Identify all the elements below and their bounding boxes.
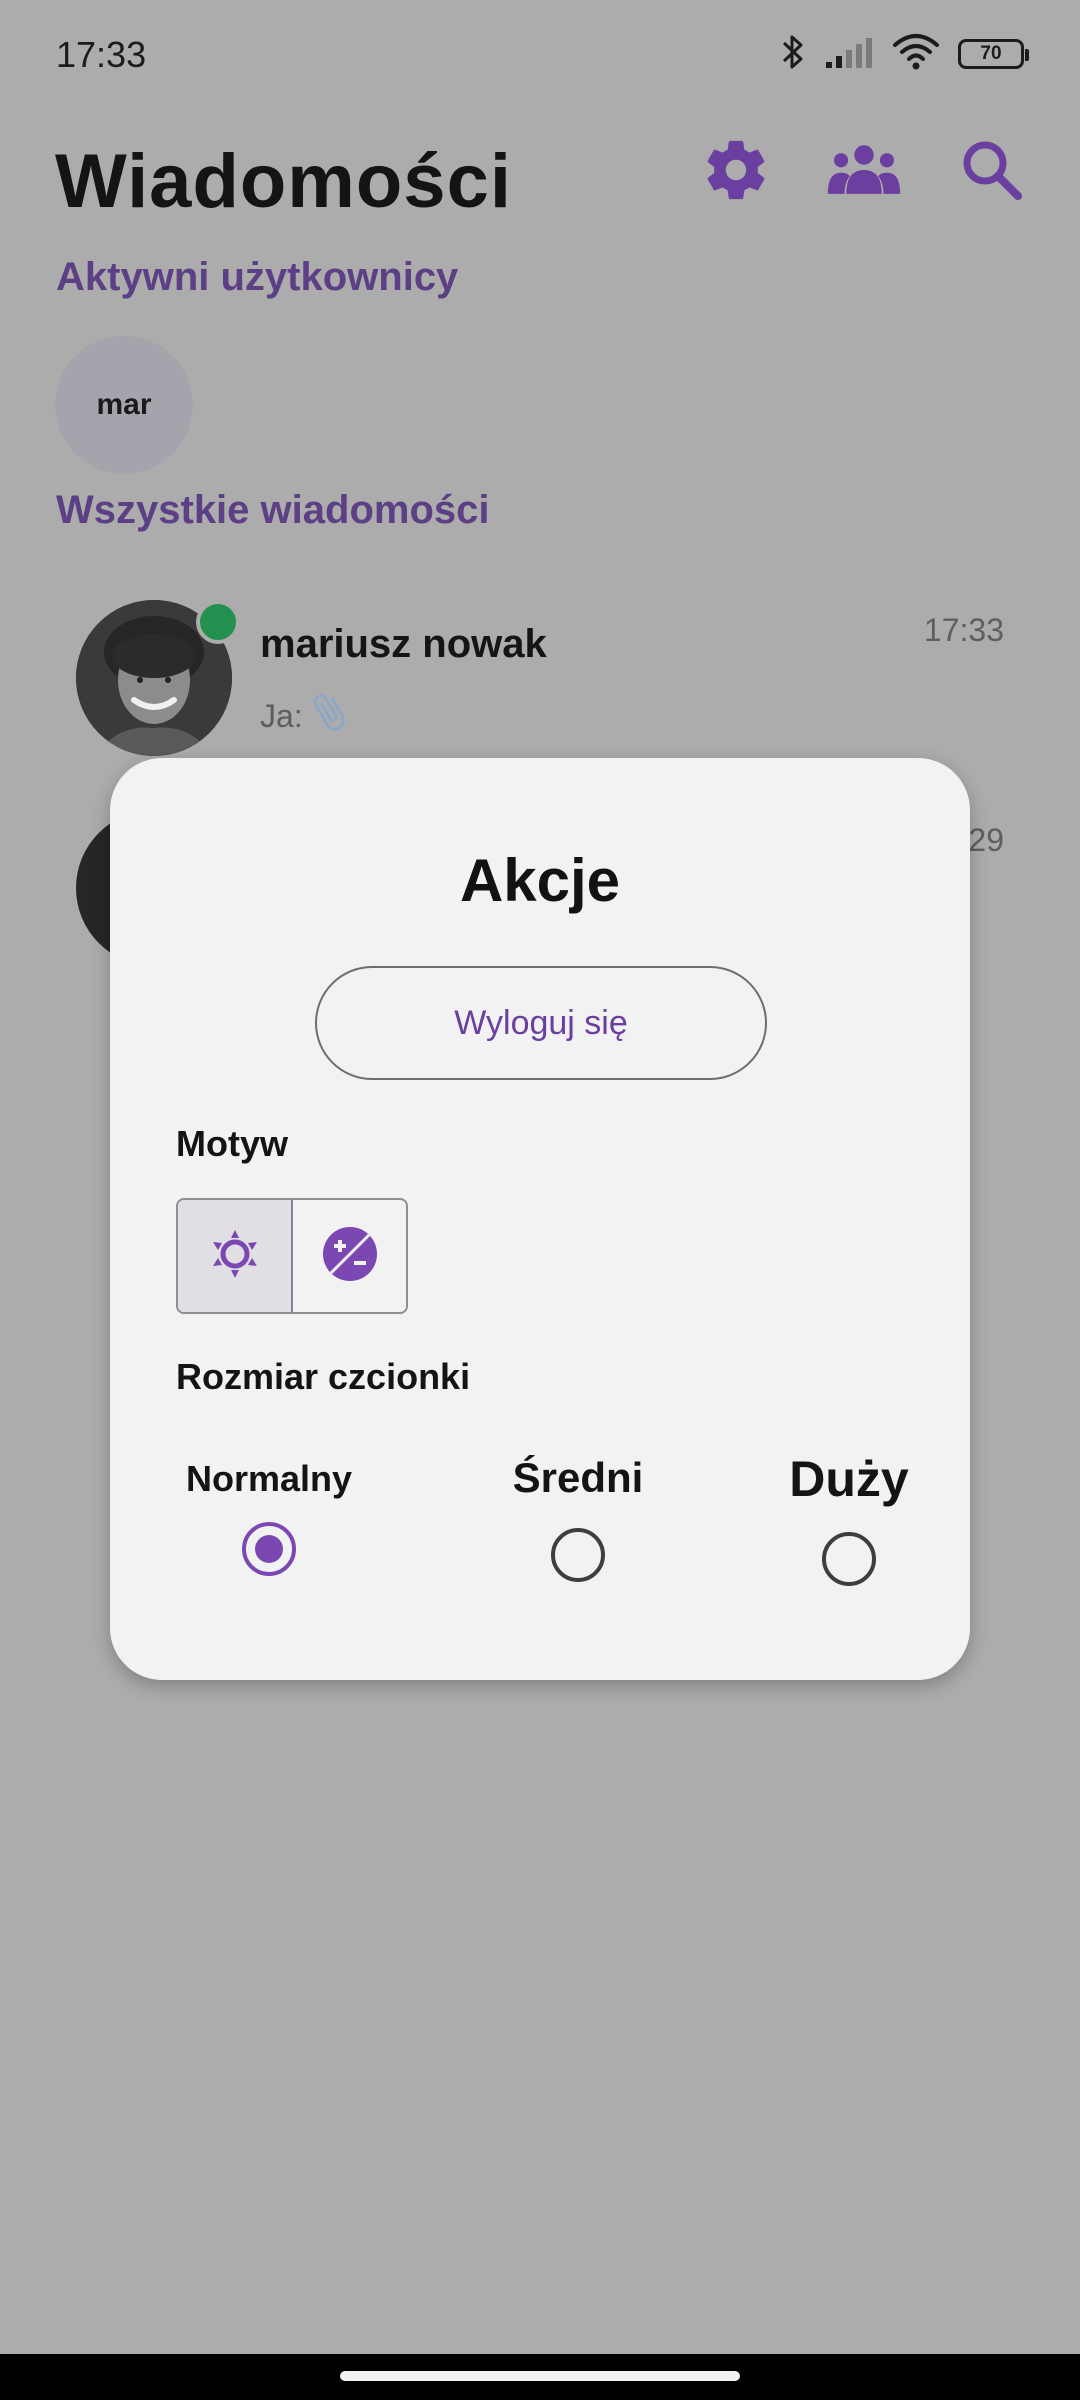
font-option-normal[interactable]: Normalny bbox=[176, 1458, 362, 1576]
theme-label: Motyw bbox=[176, 1123, 288, 1164]
cellular-signal-icon bbox=[824, 35, 874, 74]
radio-normal[interactable] bbox=[242, 1522, 296, 1576]
battery-icon: 70 bbox=[958, 39, 1029, 69]
conversation-name: mariusz nowak bbox=[260, 622, 547, 666]
theme-toggle bbox=[176, 1198, 408, 1314]
font-option-label: Średni bbox=[512, 1454, 644, 1501]
conversation-time: 17:33 bbox=[923, 612, 1004, 648]
preview-text: Ja: bbox=[260, 697, 303, 734]
active-user-avatar[interactable]: mar bbox=[55, 336, 193, 474]
font-option-label: Duży bbox=[789, 1451, 909, 1507]
online-status-dot bbox=[196, 600, 240, 644]
all-messages-title: Wszystkie wiadomości bbox=[56, 488, 490, 532]
header-actions bbox=[698, 132, 1030, 208]
contrast-theme-option[interactable] bbox=[293, 1200, 406, 1312]
status-time: 17:33 bbox=[56, 34, 147, 75]
page-title: Wiadomości bbox=[55, 139, 512, 224]
light-theme-option[interactable] bbox=[178, 1200, 293, 1312]
font-option-large[interactable]: Duży bbox=[770, 1450, 928, 1586]
active-users-title: Aktywni użytkownicy bbox=[56, 255, 459, 299]
font-option-medium[interactable]: Średni bbox=[498, 1454, 658, 1582]
conversation-item[interactable]: mariusz nowak Ja: 17:33 bbox=[0, 596, 1080, 766]
radio-medium[interactable] bbox=[551, 1528, 605, 1582]
battery-level: 70 bbox=[980, 43, 1002, 64]
status-icons: 70 bbox=[780, 30, 1029, 78]
bluetooth-icon bbox=[780, 32, 806, 77]
dialog-title: Akcje bbox=[459, 847, 621, 914]
status-bar: 17:33 70 bbox=[0, 0, 1080, 110]
active-user-label: mar bbox=[96, 388, 152, 421]
font-option-label: Normalny bbox=[185, 1458, 353, 1499]
conversation-time: 29 bbox=[968, 822, 1004, 858]
settings-icon[interactable] bbox=[698, 132, 774, 208]
font-size-label: Rozmiar czcionki bbox=[176, 1356, 471, 1397]
home-indicator[interactable] bbox=[340, 2371, 740, 2381]
system-nav-bar bbox=[0, 2354, 1080, 2400]
logout-button[interactable]: Wyloguj się bbox=[315, 966, 767, 1080]
search-icon[interactable] bbox=[954, 132, 1030, 208]
contrast-theme-icon bbox=[321, 1225, 379, 1288]
conversation-preview: Ja: bbox=[260, 690, 351, 742]
light-theme-icon bbox=[208, 1227, 262, 1286]
wifi-icon bbox=[892, 33, 940, 76]
people-icon[interactable] bbox=[826, 132, 902, 208]
actions-dialog: Akcje Wyloguj się Motyw Rozmiar czcionki… bbox=[110, 758, 970, 1680]
paperclip-icon bbox=[307, 690, 351, 742]
radio-large[interactable] bbox=[822, 1532, 876, 1586]
